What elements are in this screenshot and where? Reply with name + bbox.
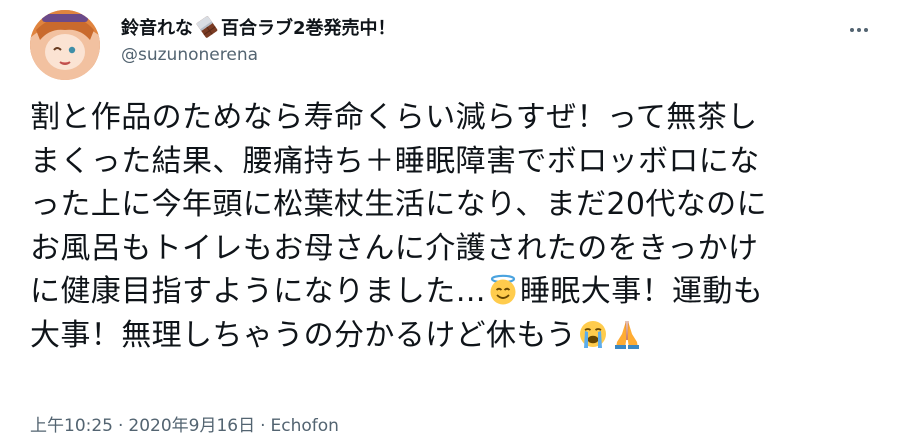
tweet-time[interactable]: 上午10:25 [30, 416, 113, 436]
tweet-text: 割と作品のためなら寿命くらい減らすぜ！って無茶し まくった結果、腰痛持ち＋睡眠障… [30, 96, 880, 357]
more-horizontal-icon-dot [864, 28, 868, 32]
more-horizontal-icon [850, 28, 854, 32]
tweet-line: お風呂もトイレもお母さんに介護されたのをきっかけ [30, 230, 759, 266]
display-name-suffix: 百合ラブ2巻発売中！ [221, 18, 396, 39]
loudly-crying-face-icon [580, 320, 607, 348]
tweet-card: 鈴音れな 百合ラブ2巻発売中！ @suzunonerena 割と作品のためなら寿… [0, 0, 901, 443]
tweet-line: 割と作品のためなら寿命くらい減らすぜ！って無茶し [30, 100, 758, 135]
chocolate-bar-icon [196, 16, 218, 38]
tweet-text-segment: に健康目指すようになりました… [30, 274, 486, 309]
tweet-line-with-emoji: に健康目指すようになりました… 睡眠大事！運動も [30, 270, 880, 314]
tweet-metadata: 上午10:25 · 2020年9月16日 · Echofon [30, 411, 339, 436]
display-name[interactable]: 鈴音れな 百合ラブ2巻発売中！ [121, 12, 801, 42]
tweet-source-link[interactable]: Echofon [271, 416, 339, 436]
tweet-line-with-emoji: 大事！無理しちゃうの分かるけど休もう [30, 314, 880, 358]
more-horizontal-icon-dot [857, 28, 861, 32]
author-info: 鈴音れな 百合ラブ2巻発売中！ @suzunonerena [121, 12, 801, 65]
tweet-line: まくった結果、腰痛持ち＋睡眠障害でボロッボロにな [30, 143, 760, 179]
smiling-face-with-halo-icon [490, 274, 516, 305]
tweet-date[interactable]: 2020年9月16日 [128, 416, 255, 436]
meta-separator: · [260, 416, 266, 436]
tweet-line: った上に今年頭に松葉杖生活になり、まだ20代なのに [30, 187, 767, 222]
avatar-illustration [30, 10, 100, 80]
more-options-button[interactable] [844, 18, 874, 42]
display-name-prefix: 鈴音れな [121, 18, 193, 39]
avatar[interactable] [30, 10, 100, 80]
tweet-text-segment: 大事！無理しちゃうの分かるけど休もう [30, 317, 577, 353]
tweet-text-segment: 睡眠大事！運動も [520, 274, 764, 309]
folded-hands-icon [615, 320, 640, 349]
user-handle[interactable]: @suzunonerena [121, 45, 801, 65]
meta-separator: · [118, 416, 124, 436]
